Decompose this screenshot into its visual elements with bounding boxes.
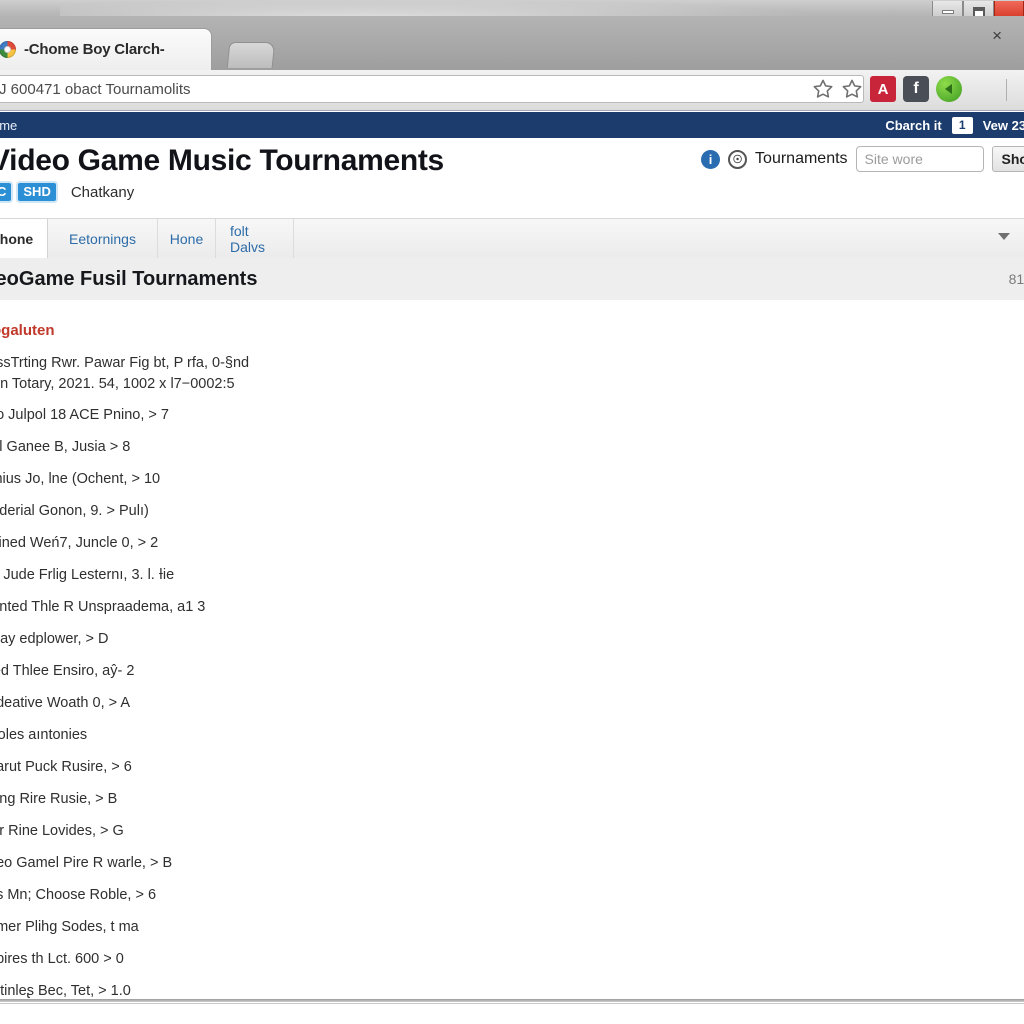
row-spacer <box>0 586 1024 596</box>
site-home-link[interactable]: ome <box>0 118 17 133</box>
site-view-link[interactable]: Vew 23o <box>983 118 1024 133</box>
close-icon[interactable]: × <box>992 27 1002 45</box>
browser-tab-title: -Chome Boy Clarch- <box>24 41 165 58</box>
header-section-label: Tournaments <box>755 150 848 167</box>
facebook-extension-icon[interactable]: f <box>903 76 929 102</box>
list-item[interactable]: assTrting Rwr. Pawar Fig bt, P rfa, 0-§n… <box>0 352 1024 374</box>
title-subline: C SHD Chatkany <box>0 183 134 201</box>
bottom-edge <box>0 1003 1024 1008</box>
list-item[interactable]: es Mn; Choose Roble, > 6 <box>0 884 1024 906</box>
row-spacer <box>0 650 1024 660</box>
list-item[interactable]: Soles aıntonies <box>0 724 1024 746</box>
content-heading: leoGame Fusil Tournaments <box>0 267 258 290</box>
row-spacer <box>0 522 1024 532</box>
list-item[interactable]: hinted Thle R Unspraadema, a1 3 <box>0 596 1024 618</box>
badge-c: C <box>0 183 12 201</box>
notice-text: ogaluten <box>0 322 55 339</box>
row-spacer <box>0 426 1024 436</box>
list-item[interactable]: ton Totary, 2021. 54, 1002 x l7−0002:5 <box>0 374 1024 394</box>
row-spacer <box>0 810 1024 820</box>
site-utility-bar: ome Cbarch it 1 Vew 23o <box>0 112 1024 138</box>
list-item[interactable]: wined Weń7, Juncle 0, > 2 <box>0 532 1024 554</box>
list-item[interactable]: go Julpol 18 ACE Pnino, > 7 <box>0 404 1024 426</box>
browser-tab[interactable]: -Chome Boy Clarch- <box>0 28 212 70</box>
new-tab-button[interactable] <box>226 42 276 68</box>
site-search-link[interactable]: Cbarch it <box>885 118 941 133</box>
row-spacer <box>0 682 1024 692</box>
nav-tabs: hone Eetornings Hone folt Dalvs <box>0 218 1024 260</box>
minimize-icon <box>941 10 954 14</box>
row-spacer <box>0 874 1024 884</box>
toolbar-icons: A f <box>812 76 962 102</box>
list-item[interactable]: olderial Gonon, 9. > Pulı) <box>0 500 1024 522</box>
star-outline-icon[interactable] <box>841 78 863 100</box>
row-spacer <box>0 970 1024 980</box>
adobe-extension-icon[interactable]: A <box>870 76 896 102</box>
row-spacer <box>0 554 1024 564</box>
list-item[interactable]: adeative Woath 0, > A <box>0 692 1024 714</box>
row-spacer <box>0 778 1024 788</box>
list-item[interactable]: ning Rire Rusie, > B <box>0 788 1024 810</box>
tab-hone-2[interactable]: Hone <box>158 219 216 259</box>
row-spacer <box>0 906 1024 916</box>
list-item[interactable]: lor Rine Lovides, > G <box>0 820 1024 842</box>
address-bar-value: J 600471 obact Tournamolits <box>0 80 191 98</box>
row-spacer <box>0 746 1024 756</box>
list-item[interactable]: umer Plihg Sodes, t ma <box>0 916 1024 938</box>
header-controls: i ☉ Tournaments Site wore Sho <box>701 146 1024 172</box>
bottom-divider <box>0 999 1024 1002</box>
site-header: Video Game Music Tournaments C SHD Chatk… <box>0 138 1024 218</box>
row-spacer <box>0 490 1024 500</box>
tab-hone[interactable]: hone <box>0 219 48 259</box>
content-count: 810 <box>1008 271 1024 287</box>
browser-window: -Chome Boy Clarch- × J 600471 obact Tour… <box>0 0 1024 1024</box>
row-spacer <box>0 938 1024 948</box>
browser-tabstrip: -Chome Boy Clarch- × <box>0 16 1024 70</box>
list-item[interactable]: red Thlee Ensiro, aŷ- 2 <box>0 660 1024 682</box>
chrome-logo-icon <box>0 41 16 58</box>
site-search-input[interactable]: Site wore <box>855 146 984 172</box>
subtitle-text: Chatkany <box>70 183 135 201</box>
row-spacer <box>0 618 1024 628</box>
content-list: ogaluten assTrting Rwr. Pawar Fig bt, P … <box>0 300 1024 1008</box>
badge-shd: SHD <box>18 183 56 201</box>
list-item[interactable]: linius Jo, lne (Ochent, > 10 <box>0 468 1024 490</box>
row-spacer <box>0 394 1024 404</box>
row-spacer <box>0 714 1024 724</box>
content-header: leoGame Fusil Tournaments 810 <box>0 258 1024 301</box>
download-extension-icon[interactable] <box>936 76 962 102</box>
site-utility-right: Cbarch it 1 Vew 23o <box>885 112 1024 138</box>
list-item[interactable]: el Jude Frlig Lesternı, 3. l. Ɨie <box>0 564 1024 586</box>
star-outline-icon[interactable] <box>812 78 834 100</box>
show-button[interactable]: Sho <box>991 146 1024 172</box>
browser-toolbar: J 600471 obact Tournamolits A f <box>0 70 1024 111</box>
row-spacer <box>0 842 1024 852</box>
tab-eetornings[interactable]: Eetornings <box>48 219 158 259</box>
tab-folt-dalvs[interactable]: folt Dalvs <box>216 219 294 259</box>
list-item[interactable]: May edplower, > D <box>0 628 1024 650</box>
clock-icon[interactable]: ☉ <box>728 149 748 169</box>
list-rows: assTrting Rwr. Pawar Fig bt, P rfa, 0-§n… <box>0 352 1024 1008</box>
list-item[interactable]: lol Ganee B, Jusia > 8 <box>0 436 1024 458</box>
list-item[interactable]: narut Puck Rusire, > 6 <box>0 756 1024 778</box>
toolbar-divider <box>1006 79 1007 101</box>
list-item[interactable]: deo Gamel Pire R warle, > B <box>0 852 1024 874</box>
row-spacer <box>0 458 1024 468</box>
page-title: Video Game Music Tournaments <box>0 144 444 177</box>
user-badge[interactable]: 1 <box>951 116 973 134</box>
list-item[interactable]: opires th Lct. 600 > 0 <box>0 948 1024 970</box>
address-bar[interactable]: J 600471 obact Tournamolits <box>0 75 864 103</box>
site-search-placeholder: Site wore <box>864 151 923 167</box>
chevron-down-icon[interactable] <box>998 233 1010 240</box>
info-icon[interactable]: i <box>701 149 721 169</box>
